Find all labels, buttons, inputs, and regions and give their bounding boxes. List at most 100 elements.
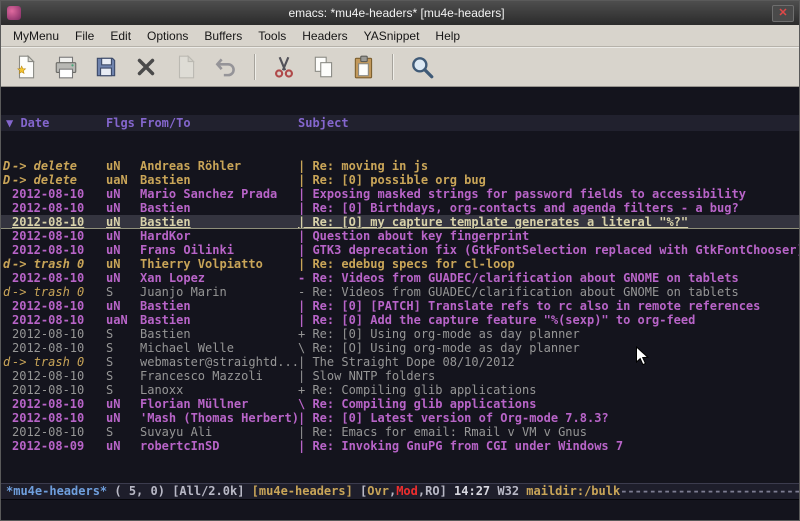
menu-edit[interactable]: Edit	[102, 26, 139, 46]
message-from: Lanoxx	[140, 383, 298, 397]
print-button[interactable]	[51, 52, 81, 82]
undo-icon	[213, 54, 239, 80]
paste-button[interactable]	[349, 52, 379, 82]
new-file-button[interactable]	[11, 52, 41, 82]
message-subject: | Re: [O] my capture template generates …	[298, 215, 799, 228]
menu-help[interactable]: Help	[427, 26, 468, 46]
menu-mymenu[interactable]: MyMenu	[5, 26, 67, 46]
message-date: 2012-08-10	[12, 397, 106, 411]
paste-icon	[351, 54, 377, 80]
title-bar: emacs: *mu4e-headers* [mu4e-headers] ✕	[1, 1, 799, 25]
message-row[interactable]: 2012-08-10uNHardKor| Question about key …	[1, 229, 799, 243]
column-header-subject[interactable]: Subject	[298, 116, 799, 130]
close-button[interactable]	[131, 52, 161, 82]
message-flags: uN	[106, 243, 140, 257]
message-mark: d	[1, 285, 12, 299]
mode-line-segment: Ovr	[367, 484, 389, 498]
save-icon	[93, 54, 119, 80]
column-header-flags[interactable]: Flgs	[106, 116, 140, 130]
message-date: -> trash 0	[12, 355, 106, 369]
message-date: -> trash 0	[12, 285, 106, 299]
message-row[interactable]: 2012-08-10uNMario Sanchez Prada| Exposin…	[1, 187, 799, 201]
message-row[interactable]: d-> trash 0uNThierry Volpiatto| Re: edeb…	[1, 257, 799, 271]
message-from: Mario Sanchez Prada	[140, 187, 298, 201]
message-list: D-> deleteuNAndreas Röhler| Re: moving i…	[1, 159, 799, 453]
message-mark: d	[1, 355, 12, 369]
message-date: -> delete	[12, 173, 106, 187]
mode-line-segment: ,RO]	[418, 484, 454, 498]
message-row[interactable]: 2012-08-10uaNBastien| Re: [0] Add the ca…	[1, 313, 799, 327]
message-row[interactable]: 2012-08-10uNBastien| Re: [0] [PATCH] Tra…	[1, 299, 799, 313]
toolbar-separator	[392, 54, 394, 80]
menu-tools[interactable]: Tools	[250, 26, 294, 46]
message-row[interactable]: 2012-08-10SSuvayu Ali| Re: Emacs for ema…	[1, 425, 799, 439]
column-header-date[interactable]: ▼ Date	[1, 116, 106, 130]
message-row[interactable]: 2012-08-09uNrobertcInSD| Re: Invoking Gn…	[1, 439, 799, 453]
cut-icon	[271, 54, 297, 80]
undo-button[interactable]	[211, 52, 241, 82]
message-from: robertcInSD	[140, 439, 298, 453]
message-row[interactable]: 2012-08-10uNBastien| Re: [O] my capture …	[1, 215, 799, 229]
message-flags: uN	[106, 257, 140, 271]
message-row[interactable]: 2012-08-10SLanoxx+ Re: Compiling glib ap…	[1, 383, 799, 397]
message-date: 2012-08-10	[12, 187, 106, 201]
message-row[interactable]: 2012-08-10SMichael Welle\ Re: [O] Using …	[1, 341, 799, 355]
menu-headers[interactable]: Headers	[294, 26, 355, 46]
copy-button[interactable]	[309, 52, 339, 82]
toolbar-separator	[254, 54, 256, 80]
message-date: 2012-08-10	[12, 313, 106, 327]
echo-area[interactable]	[1, 500, 799, 520]
message-subject: - Re: Videos from GUADEC/clarification a…	[298, 271, 799, 285]
message-flags: S	[106, 327, 140, 341]
message-subject: | GTK3 deprecation fix (GtkFontSelection…	[298, 243, 799, 257]
message-date: -> delete	[12, 159, 106, 173]
message-mark	[1, 243, 12, 257]
message-row[interactable]: d-> trash 0Swebmaster@straightd...| The …	[1, 355, 799, 369]
column-header-from[interactable]: From/To	[140, 116, 298, 130]
message-row[interactable]: d-> trash 0SJuanjo Marin- Re: Videos fro…	[1, 285, 799, 299]
message-flags: uN	[106, 187, 140, 201]
mode-line-segment: 14:27	[454, 484, 497, 498]
message-from: Thierry Volpiatto	[140, 257, 298, 271]
message-mark	[1, 397, 12, 411]
message-subject: | Re: edebug specs for cl-loop	[298, 257, 799, 271]
message-date: 2012-08-10	[12, 425, 106, 439]
message-row[interactable]: 2012-08-10uNBastien| Re: [0] Birthdays, …	[1, 201, 799, 215]
message-row[interactable]: 2012-08-10SFrancesco Mazzoli| Slow NNTP …	[1, 369, 799, 383]
message-row[interactable]: 2012-08-10uNFrans Oilinki| GTK3 deprecat…	[1, 243, 799, 257]
message-flags: uN	[106, 229, 140, 243]
message-date: 2012-08-10	[12, 341, 106, 355]
search-icon	[409, 54, 435, 80]
message-mark	[1, 383, 12, 397]
menu-yasnippet[interactable]: YASnippet	[356, 26, 428, 46]
message-row[interactable]: 2012-08-10SBastien+ Re: [0] Using org-mo…	[1, 327, 799, 341]
message-row[interactable]: 2012-08-10uNXan Lopez- Re: Videos from G…	[1, 271, 799, 285]
message-mark	[1, 327, 12, 341]
header-line: ▼ Date Flgs From/To Subject	[1, 115, 799, 131]
menu-file[interactable]: File	[67, 26, 102, 46]
message-subject: \ Re: Compiling glib applications	[298, 397, 799, 411]
mode-line: *mu4e-headers* ( 5, 0) [All/2.0k] [mu4e-…	[1, 483, 799, 500]
mode-line-segment: ( 5, 0)	[107, 484, 172, 498]
mu4e-headers-buffer[interactable]: ▼ Date Flgs From/To Subject D-> deleteuN…	[1, 87, 799, 520]
window-menu-icon[interactable]	[7, 6, 21, 20]
message-subject: + Re: Compiling glib applications	[298, 383, 799, 397]
message-from: webmaster@straightd...	[140, 355, 298, 369]
message-flags: uaN	[106, 173, 140, 187]
menu-buffers[interactable]: Buffers	[196, 26, 250, 46]
message-flags: uN	[106, 411, 140, 425]
message-from: Bastien	[140, 299, 298, 313]
message-date: 2012-08-10	[12, 229, 106, 243]
message-row[interactable]: D-> deleteuaNBastien| Re: [0] possible o…	[1, 173, 799, 187]
save-as-button[interactable]	[171, 52, 201, 82]
cut-button[interactable]	[269, 52, 299, 82]
message-row[interactable]: D-> deleteuNAndreas Röhler| Re: moving i…	[1, 159, 799, 173]
message-row[interactable]: 2012-08-10uNFlorian Müllner\ Re: Compili…	[1, 397, 799, 411]
search-button[interactable]	[407, 52, 437, 82]
window-close-button[interactable]: ✕	[772, 5, 794, 22]
save-button[interactable]	[91, 52, 121, 82]
message-mark: D	[1, 159, 12, 173]
message-row[interactable]: 2012-08-10uN'Mash (Thomas Herbert)| Re: …	[1, 411, 799, 425]
message-subject: | The Straight Dope 08/10/2012	[298, 355, 799, 369]
menu-options[interactable]: Options	[139, 26, 196, 46]
